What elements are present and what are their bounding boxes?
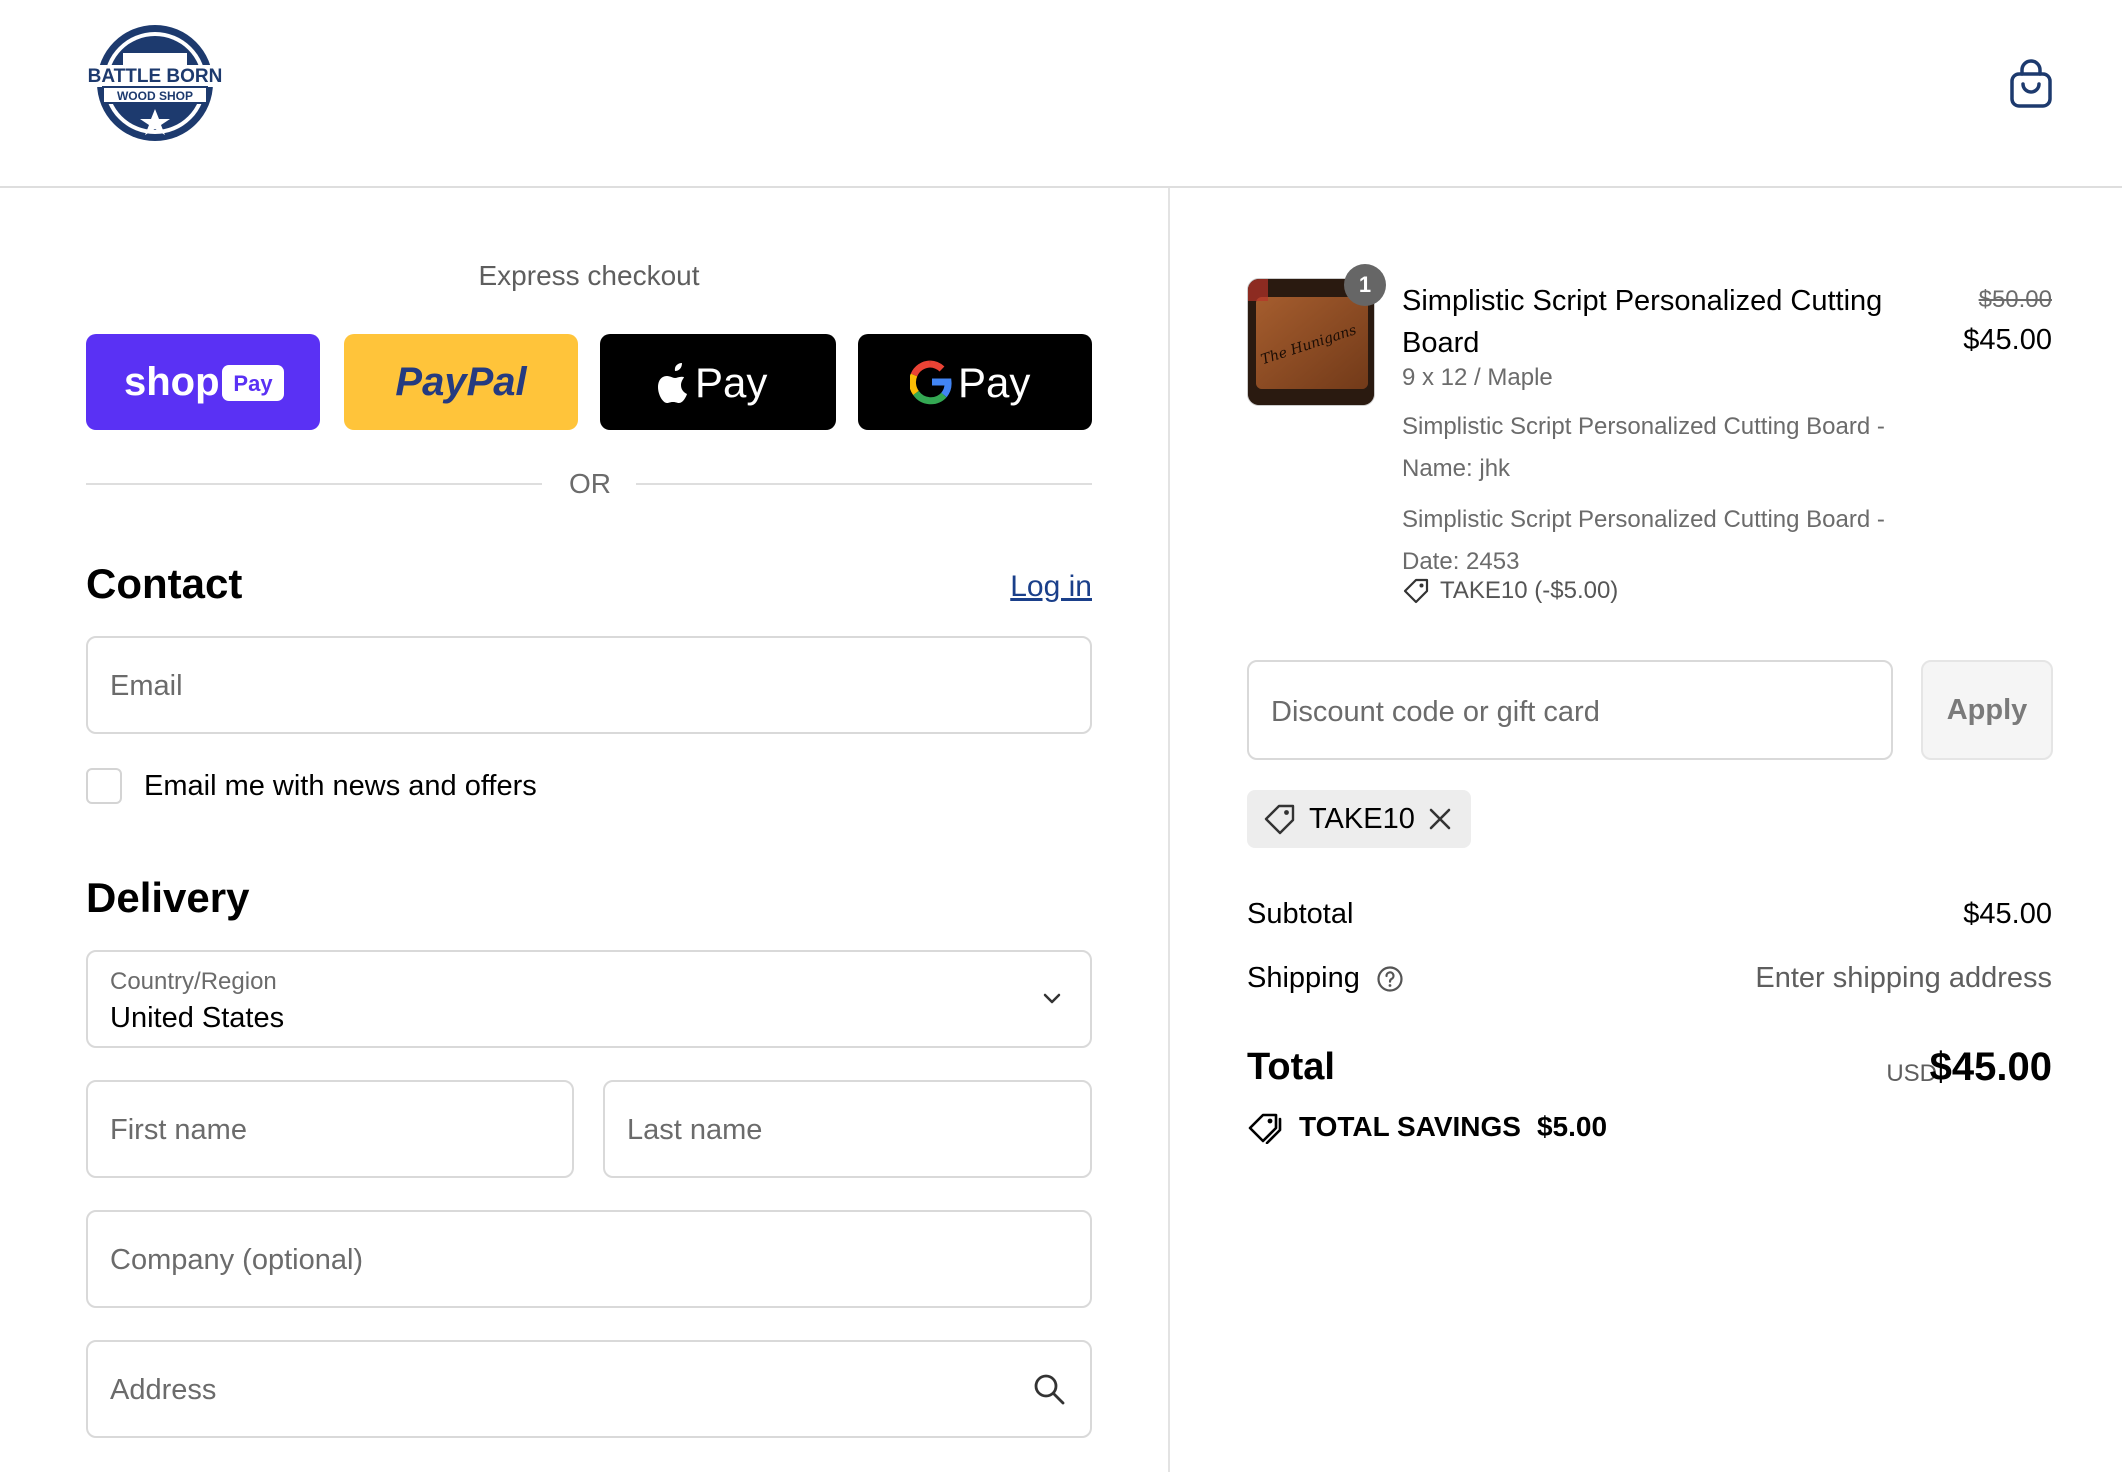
total-label: Total — [1247, 1046, 1335, 1088]
apply-button[interactable]: Apply — [1921, 660, 2053, 760]
savings-label: TOTAL SAVINGS — [1299, 1111, 1521, 1142]
google-pay-button[interactable]: Pay — [858, 334, 1092, 430]
search-icon — [1034, 1374, 1065, 1405]
applied-discount-chip: TAKE10 — [1247, 790, 1471, 848]
tag-icon — [1264, 804, 1295, 835]
help-circle-icon[interactable] — [1376, 965, 1404, 993]
contact-heading: Contact — [86, 560, 243, 607]
tags-icon — [1248, 1113, 1282, 1144]
product-option-date: Simplistic Script Personalized Cutting B… — [1402, 506, 1885, 575]
shipping-label: Shipping — [1247, 962, 1360, 994]
checkout-form-panel: Express checkout shop Pay PayPal Pay Pay… — [0, 188, 1168, 1472]
subtotal-label: Subtotal — [1247, 898, 1354, 930]
tag-icon — [1403, 578, 1429, 604]
shipping-row-label: Shipping — [1247, 962, 1404, 995]
chevron-down-icon — [1043, 993, 1061, 1004]
apple-icon — [658, 363, 687, 403]
company-field[interactable]: Company (optional) — [86, 1210, 1092, 1308]
google-pay-logo: Pay — [910, 359, 1030, 406]
newsletter-label: Email me with news and offers — [144, 770, 537, 802]
cart-button[interactable] — [2008, 58, 2054, 110]
apple-pay-button[interactable]: Pay — [600, 334, 836, 430]
country-value: United States — [110, 1002, 285, 1034]
paypal-button[interactable]: PayPal — [344, 334, 578, 430]
country-label: Country/Region — [110, 968, 277, 995]
last-name-field[interactable]: Last name — [603, 1080, 1092, 1178]
last-name-placeholder: Last name — [627, 1114, 763, 1146]
quantity-badge: 1 — [1344, 264, 1386, 306]
savings-value: $5.00 — [1536, 1111, 1608, 1142]
shop-pay-logo: shop Pay — [124, 360, 284, 404]
order-summary-panel: The Hunigans 1 Simplistic Script Persona… — [1170, 188, 2122, 1472]
header: BATTLE BORN WOOD SHOP — [0, 0, 2122, 188]
paypal-brand-text: PayPal — [395, 360, 527, 404]
address-placeholder: Address — [110, 1374, 217, 1406]
shop-pay-brand-text: shop — [124, 360, 220, 404]
brand-logo[interactable]: BATTLE BORN WOOD SHOP — [85, 23, 225, 143]
or-divider-left — [86, 483, 542, 485]
company-placeholder: Company (optional) — [110, 1244, 364, 1276]
total-value: $45.00 — [1929, 1045, 2052, 1089]
discount-code-placeholder: Discount code or gift card — [1271, 696, 1600, 728]
subtotal-value: $45.00 — [1963, 898, 2052, 930]
original-price: $50.00 — [1978, 286, 2052, 313]
logo-text-primary: BATTLE BORN — [88, 66, 223, 87]
newsletter-checkbox[interactable] — [86, 768, 122, 804]
express-checkout-title: Express checkout — [478, 260, 700, 291]
remove-discount-close-icon[interactable] — [1427, 806, 1453, 832]
logo-text-secondary: WOOD SHOP — [117, 89, 193, 103]
apple-pay-logo: Pay — [658, 359, 767, 406]
product-option-name: Simplistic Script Personalized Cutting B… — [1402, 413, 1885, 482]
shopping-bag-icon — [2010, 59, 2052, 108]
item-discount-text: TAKE10 (-$5.00) — [1440, 577, 1619, 604]
email-placeholder: Email — [110, 670, 183, 702]
product-title: Simplistic Script Personalized Cutting B… — [1402, 285, 1883, 359]
logo-emblem: BATTLE BORN WOOD SHOP — [87, 25, 223, 141]
shipping-value: Enter shipping address — [1755, 962, 2052, 994]
paypal-logo: PayPal — [395, 360, 527, 404]
total-savings: TOTAL SAVINGS $5.00 — [1247, 1110, 1607, 1144]
product-variant: 9 x 12 / Maple — [1402, 364, 1553, 391]
applied-discount-code: TAKE10 — [1309, 802, 1415, 835]
first-name-field[interactable]: First name — [86, 1080, 574, 1178]
google-pay-brand-text: Pay — [958, 359, 1030, 406]
shop-pay-button[interactable]: shop Pay — [86, 334, 320, 430]
apple-pay-brand-text: Pay — [695, 359, 767, 406]
login-link[interactable]: Log in — [1010, 570, 1092, 604]
email-field[interactable]: Email — [86, 636, 1092, 734]
or-divider-right — [636, 483, 1092, 485]
delivery-heading: Delivery — [86, 874, 250, 921]
address-field[interactable]: Address — [86, 1340, 1092, 1438]
google-g-icon — [910, 360, 952, 405]
item-price: $45.00 — [1963, 324, 2052, 356]
country-select[interactable]: Country/Region United States — [86, 950, 1092, 1048]
first-name-placeholder: First name — [110, 1114, 247, 1146]
discount-code-field[interactable]: Discount code or gift card — [1247, 660, 1893, 760]
item-discount: TAKE10 (-$5.00) — [1402, 577, 1618, 605]
or-divider-text: OR — [569, 468, 611, 499]
shop-pay-badge-text: Pay — [233, 371, 273, 396]
